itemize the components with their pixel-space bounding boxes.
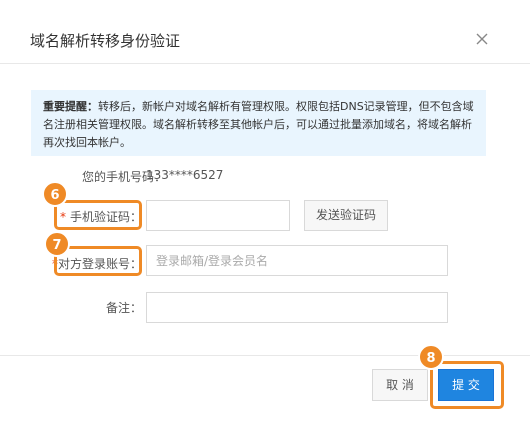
step-badge-7: 7 — [44, 231, 70, 257]
phone-value: 133****6527 — [146, 168, 224, 182]
note-input[interactable] — [146, 292, 448, 323]
notice-bold-label: 重要提醒： — [43, 100, 98, 113]
highlight-code-label — [54, 200, 142, 230]
peer-account-input[interactable] — [146, 245, 448, 276]
dialog-header: 域名解析转移身份验证 — [0, 0, 530, 64]
dialog-title: 域名解析转移身份验证 — [30, 32, 181, 50]
notice-text: 转移后，新帐户对域名解析有管理权限。权限包括DNS记录管理，但不包含域名注册相关… — [43, 100, 474, 149]
send-code-button[interactable]: 发送验证码 — [304, 200, 388, 231]
transfer-verification-dialog: 域名解析转移身份验证 重要提醒：转移后，新帐户对域名解析有管理权限。权限包括DN… — [0, 0, 530, 429]
note-label: 备注： — [106, 301, 143, 315]
footer-divider — [0, 355, 530, 356]
important-notice: 重要提醒：转移后，新帐户对域名解析有管理权限。权限包括DNS记录管理，但不包含域… — [31, 90, 486, 156]
cancel-button[interactable]: 取 消 — [372, 369, 428, 401]
highlight-submit-button — [430, 361, 504, 409]
verification-code-input[interactable] — [146, 200, 290, 231]
step-badge-6: 6 — [42, 181, 68, 207]
step-badge-8: 8 — [418, 344, 444, 370]
close-icon[interactable] — [474, 31, 490, 47]
